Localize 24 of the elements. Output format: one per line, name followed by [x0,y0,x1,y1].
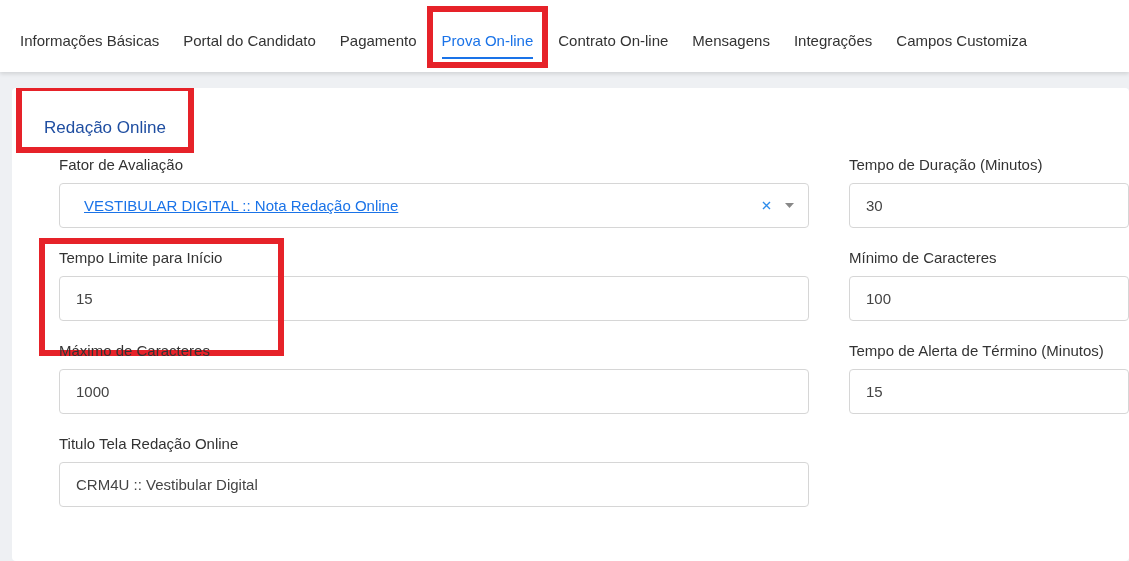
field-label: Tempo de Alerta de Término (Minutos) [849,342,1105,359]
input-field[interactable]: CRM4U :: Vestibular Digital [59,462,809,507]
field-label: Fator de Avaliação [59,156,184,173]
input-field[interactable]: 15 [59,276,809,321]
field-label: Mínimo de Caracteres [849,249,998,266]
input-field[interactable]: 15 [849,369,1129,414]
field-label: Titulo Tela Redação Online [59,435,240,452]
clear-icon[interactable] [762,201,771,210]
caret-icon[interactable] [785,203,794,208]
tab[interactable]: Informações Básicas [20,32,160,59]
tab[interactable]: Mensagens [692,32,770,59]
tab[interactable]: Pagamento [339,32,417,59]
select-field[interactable]: VESTIBULAR DIGITAL :: Nota Redação Online [59,183,809,228]
input-field[interactable]: 30 [849,183,1129,228]
tab[interactable]: Portal do Candidato [183,32,316,59]
tab[interactable]: Prova On-line [441,32,534,59]
tab[interactable]: Campos Customiza [896,32,1028,59]
field-label: Tempo Limite para Início [59,249,224,266]
input-field[interactable]: 100 [849,276,1129,321]
field-label: Tempo de Duração (Minutos) [849,156,1044,173]
section-title: Redação Online [44,118,166,137]
tab[interactable]: Integrações [793,32,873,59]
input-field[interactable]: 1000 [59,369,809,414]
tab[interactable]: Contrato On-line [558,32,669,59]
